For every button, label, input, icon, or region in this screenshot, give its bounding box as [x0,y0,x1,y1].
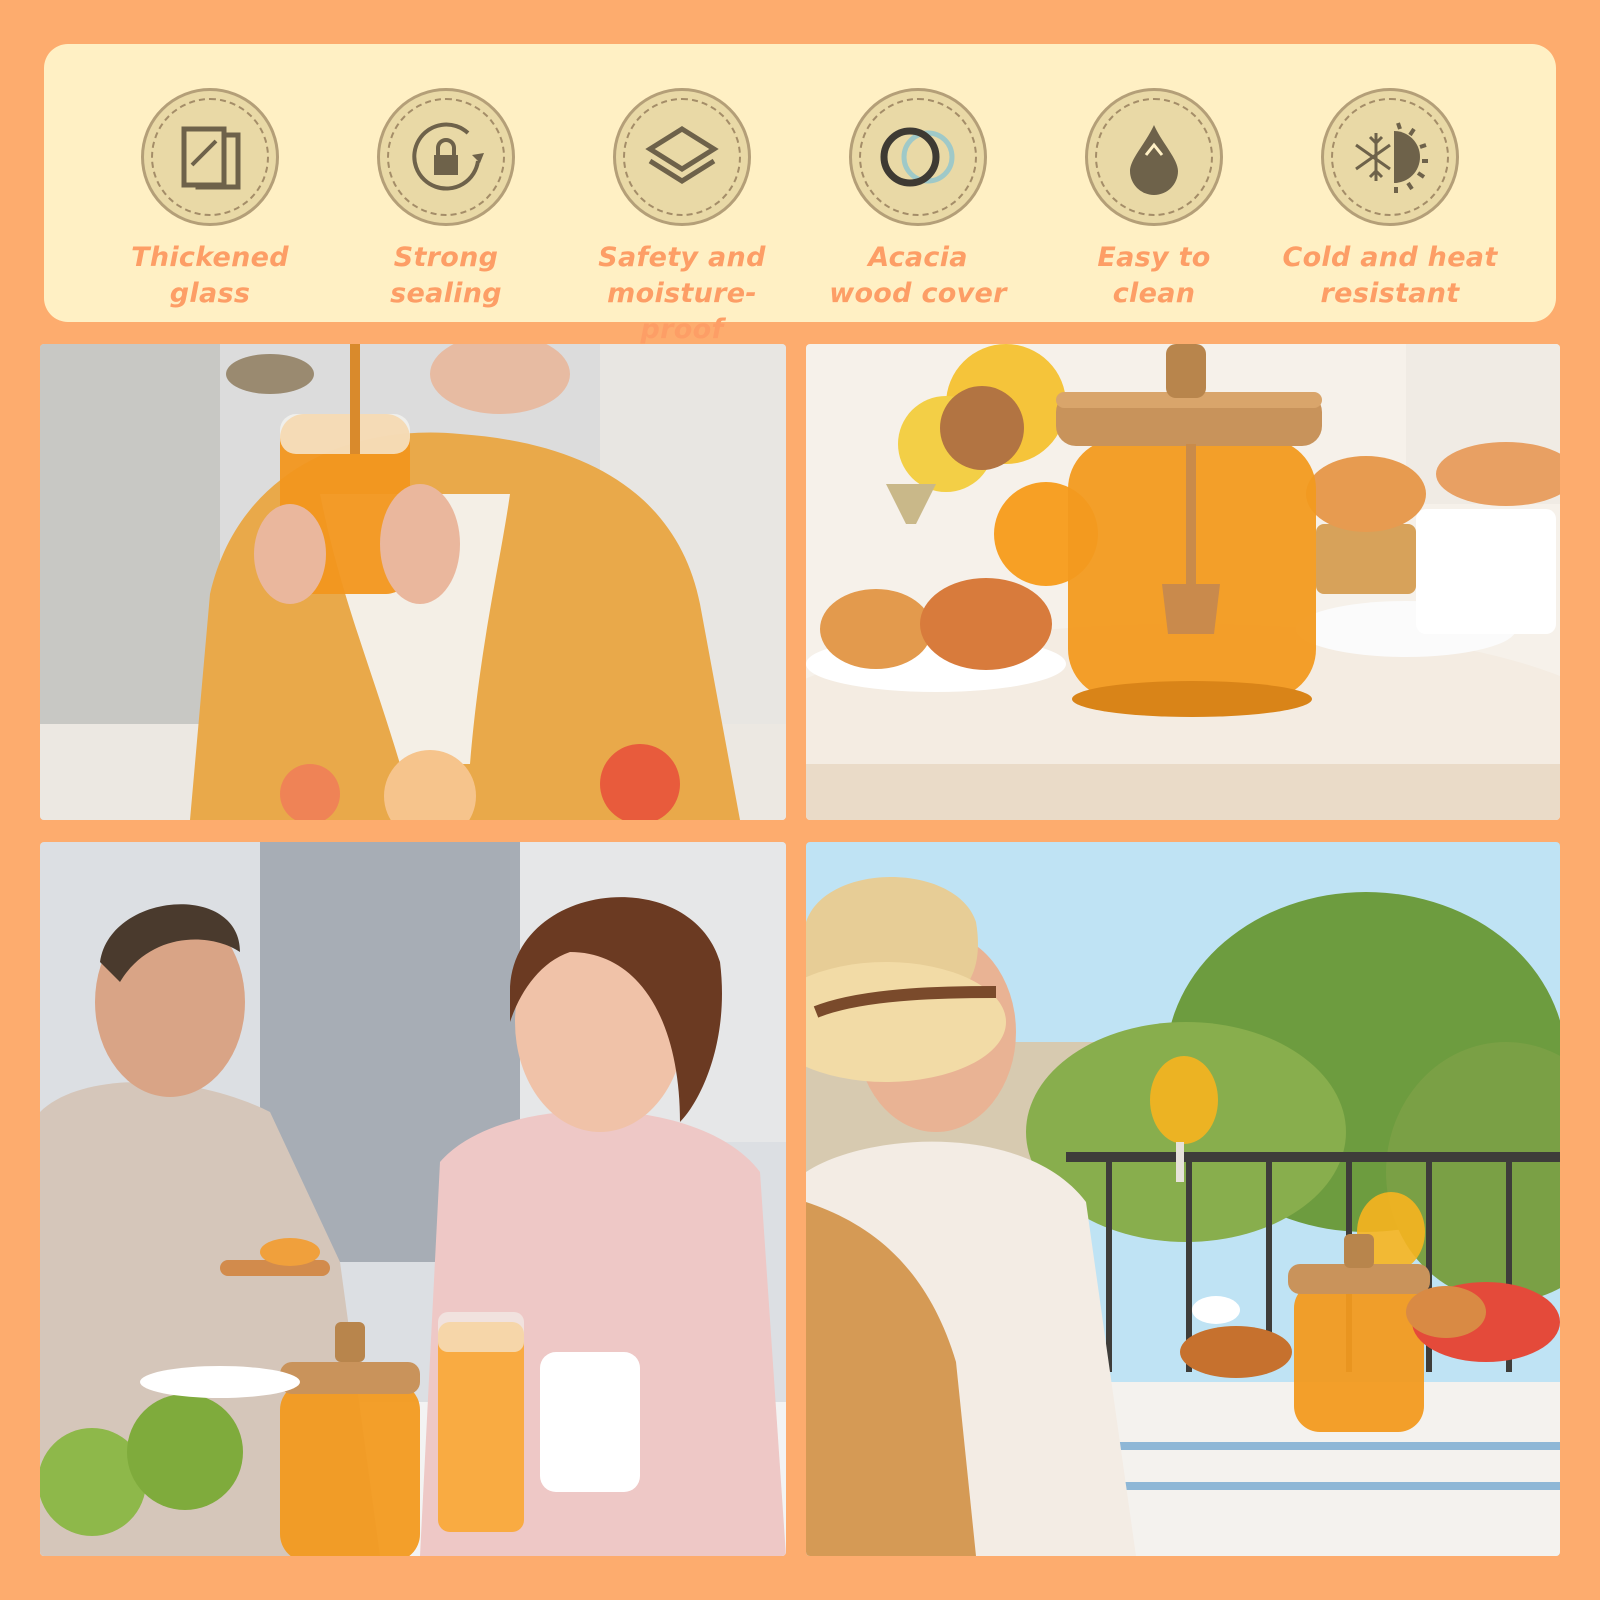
glass-panels-icon [141,88,279,226]
feature-cold-heat: Cold and heat resistant [1275,44,1505,312]
feature-thickened-glass: Thickened glass [95,44,325,312]
feature-easy-clean: Easy to clean [1039,44,1269,312]
feature-label: Safety and moisture-proof [598,242,766,345]
feature-moisture-proof: Safety and moisture-proof [567,44,797,348]
feature-panel: Thickened glass Strong sealing Safety an… [44,44,1556,345]
layers-icon [613,88,751,226]
water-drop-icon [1085,88,1223,226]
feature-label: Strong sealing [390,242,502,309]
feature-label: Cold and heat resistant [1282,242,1498,309]
wood-rings-icon [849,88,987,226]
sun-snowflake-icon [1321,88,1459,226]
photo-couple-breakfast [40,842,786,1556]
feature-label: Easy to clean [1097,242,1211,309]
photo-terrace-breakfast [806,842,1560,1556]
photo-woman-holding-honey-jar [40,344,786,820]
feature-strong-sealing: Strong sealing [331,44,561,312]
feature-label: Thickened glass [131,242,289,309]
feature-label: Acacia wood cover [829,242,1007,309]
feature-acacia-cover: Acacia wood cover [803,44,1033,312]
photo-honey-jar-breakfast-table [806,344,1560,820]
lock-rotate-icon [377,88,515,226]
